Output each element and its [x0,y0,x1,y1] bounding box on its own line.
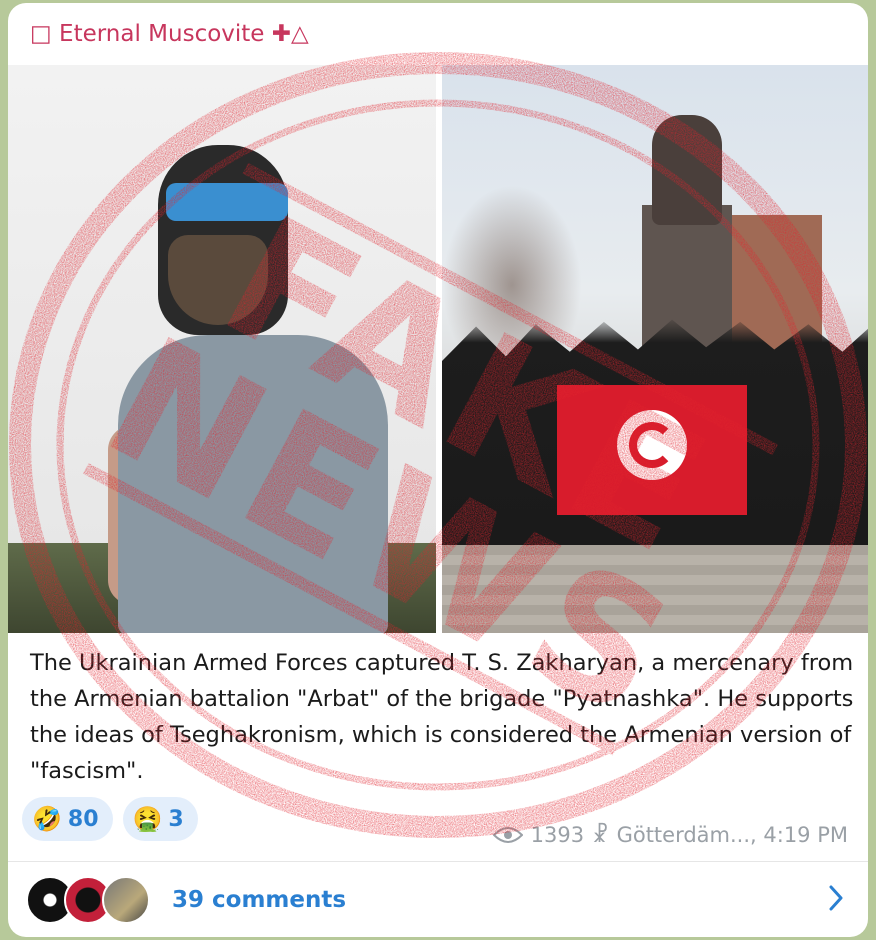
comments-row[interactable]: 39 comments [8,862,868,937]
reaction-count: 80 [67,806,99,832]
channel-prefix-glyph: □ [30,21,52,47]
vomiting-emoji-icon: 🤮 [132,805,163,833]
channel-name[interactable]: Eternal Muscovite [52,21,264,47]
chevron-right-icon[interactable] [828,884,844,912]
flag-emblem-icon [617,410,687,480]
reaction-count: 3 [168,806,184,832]
reaction-laughing[interactable]: 🤣 80 [22,797,113,841]
avatar [102,875,150,924]
reaction-vomiting[interactable]: 🤮 3 [122,797,198,841]
channel-post: □ Eternal Muscovite ✚△ The Ukrainian Arm… [8,3,868,937]
laughing-emoji-icon: 🤣 [32,805,62,833]
author-mark-icon: ☧ [592,823,609,847]
channel-header[interactable]: □ Eternal Muscovite ✚△ [8,3,868,65]
reactions-bar: 🤣 80 🤮 3 [22,797,198,841]
commenter-avatars [26,875,156,924]
channel-symbols: ✚△ [271,21,309,47]
eye-icon [492,827,523,843]
post-author-time: Götterdäm..., 4:19 PM [616,823,848,847]
post-photo[interactable] [8,65,868,633]
photo-right-group-with-flag [442,65,868,633]
post-meta: 1393 ☧ Götterdäm..., 4:19 PM [492,823,848,847]
comments-count-link[interactable]: 39 comments [172,887,346,913]
post-caption: The Ukrainian Armed Forces captured T. S… [30,650,854,784]
photo-left-blindfolded-man [8,65,436,633]
views-count: 1393 [530,823,585,847]
